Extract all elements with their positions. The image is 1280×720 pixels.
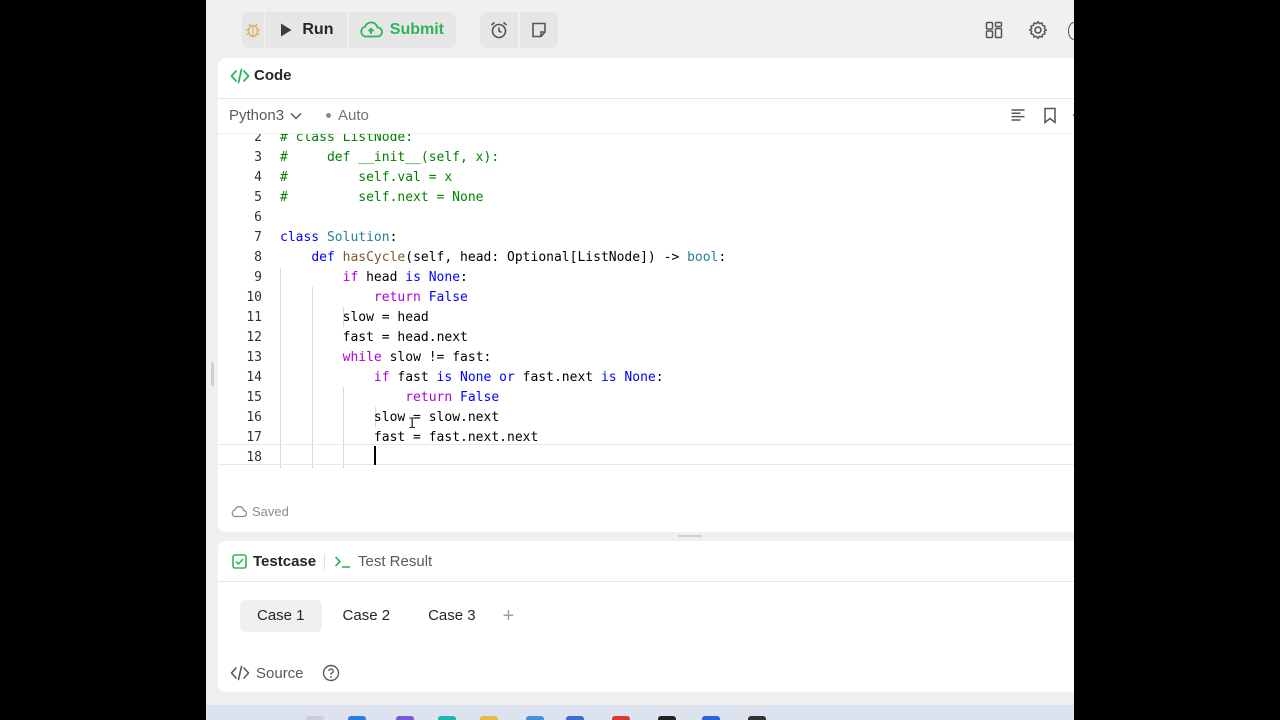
play-icon <box>279 22 293 38</box>
taskbar-app-icon[interactable] <box>566 716 584 720</box>
submit-button[interactable]: Submit <box>349 12 456 48</box>
cloud-upload-icon <box>359 21 383 39</box>
bug-icon <box>244 21 262 39</box>
run-submit-group: Run Submit <box>242 12 456 48</box>
code-line: 9 if head is None: <box>254 270 468 285</box>
run-label: Run <box>302 21 334 38</box>
test-panel-tabs: Testcase Test Result <box>218 541 1074 582</box>
checkbox-icon <box>232 554 247 569</box>
saved-label: Saved <box>252 504 289 519</box>
taskbar-app-icon[interactable] <box>748 716 766 720</box>
taskbar-app-icon[interactable] <box>396 716 414 720</box>
code-tab[interactable]: Code <box>230 67 292 84</box>
add-case-button[interactable]: + <box>497 600 521 632</box>
leetcode-editor-app: Run Submit Code Python3 Auto 2 # class L… <box>206 0 1074 720</box>
code-brackets-icon <box>230 665 250 681</box>
os-taskbar <box>206 705 1074 720</box>
code-brackets-icon <box>230 68 250 84</box>
alarm-clock-icon <box>489 20 509 40</box>
status-dot <box>326 113 331 118</box>
notes-button[interactable] <box>520 12 558 48</box>
cloud-icon <box>231 505 247 518</box>
language-bar: Python3 Auto <box>218 99 1074 133</box>
source-link[interactable]: Source <box>230 664 340 682</box>
code-panel: Code Python3 Auto 2 # class ListNode: 3 … <box>218 58 1074 532</box>
code-title-label: Code <box>254 67 292 84</box>
taskbar-app-icon[interactable] <box>438 716 456 720</box>
code-line: 16 slow = slow.next <box>246 410 500 425</box>
chevron-down-icon <box>290 112 302 120</box>
bookmark-button[interactable] <box>1043 107 1057 129</box>
auto-mode-indicator[interactable]: Auto <box>326 107 369 124</box>
language-select[interactable]: Python3 <box>229 107 302 124</box>
taskbar-app-icon[interactable] <box>480 716 498 720</box>
tab-test-result[interactable]: Test Result <box>334 553 432 570</box>
layout-button[interactable] <box>982 12 1006 48</box>
case-tab-2[interactable]: Case 2 <box>326 600 408 632</box>
help-icon[interactable] <box>322 664 340 682</box>
code-line: 6 <box>254 210 262 225</box>
code-line: 2 # class ListNode: <box>254 133 414 145</box>
source-label: Source <box>256 664 304 682</box>
case-tab-1[interactable]: Case 1 <box>240 600 322 632</box>
code-line: 14 if fast is None or fast.next is None: <box>246 370 664 385</box>
align-left-icon <box>1010 107 1026 123</box>
left-resize-grip[interactable] <box>211 362 214 386</box>
taskbar-app-icon[interactable] <box>348 716 366 720</box>
taskbar-app-icon[interactable] <box>658 716 676 720</box>
mode-label: Auto <box>338 107 369 124</box>
top-toolbar: Run Submit <box>206 0 1074 60</box>
code-line: 15 return False <box>246 390 500 405</box>
code-line: 12 fast = head.next <box>246 330 468 345</box>
save-status: Saved <box>231 504 289 519</box>
code-line: 7 class Solution: <box>254 230 398 245</box>
tab-divider <box>324 554 325 570</box>
submit-label: Submit <box>389 21 444 38</box>
layout-grid-icon <box>985 21 1003 39</box>
debug-button[interactable] <box>242 12 264 48</box>
taskbar-app-icon[interactable] <box>526 716 544 720</box>
language-label: Python3 <box>229 107 285 124</box>
text-caret <box>374 446 376 465</box>
note-icon <box>530 21 548 39</box>
case-tabs: Case 1 Case 2 Case 3 + <box>240 600 520 632</box>
case-tab-3[interactable]: Case 3 <box>411 600 493 632</box>
gear-icon <box>1028 20 1048 40</box>
tools-group <box>480 12 558 48</box>
brace-icon <box>1070 107 1074 123</box>
run-button[interactable]: Run <box>265 12 347 48</box>
taskbar-app-icon[interactable] <box>612 716 630 720</box>
code-line: 11 slow = head <box>246 310 429 325</box>
tab-testcase[interactable]: Testcase <box>232 553 316 570</box>
code-line: 3 # def __init__(self, x): <box>254 150 500 165</box>
taskbar-app-icon[interactable] <box>306 716 324 720</box>
taskbar-app-icon[interactable] <box>702 716 720 720</box>
code-line: 5 # self.next = None <box>254 190 484 205</box>
code-panel-header: Code <box>218 58 1074 99</box>
code-line: 10 return False <box>246 290 468 305</box>
code-line: 4 # self.val = x <box>254 170 453 185</box>
avatar[interactable] <box>1068 22 1074 40</box>
format-button[interactable] <box>1010 107 1026 128</box>
test-result-tab-label: Test Result <box>358 553 433 570</box>
code-line: 13 while slow != fast: <box>246 350 492 365</box>
code-editor[interactable]: 2 # class ListNode: 3 # def __init__(self,… <box>218 133 1074 494</box>
bookmark-icon <box>1043 107 1057 124</box>
timer-button[interactable] <box>480 12 518 48</box>
code-line: 8 def hasCycle(self, head: Optional[List… <box>254 250 727 265</box>
resize-handle[interactable] <box>678 535 702 537</box>
test-panel: Testcase Test Result Case 1 Case 2 Case … <box>218 541 1074 692</box>
testcase-tab-label: Testcase <box>253 553 317 570</box>
terminal-icon <box>334 555 352 569</box>
mouse-cursor: I <box>408 416 417 432</box>
settings-button[interactable] <box>1026 12 1050 48</box>
more-options-button[interactable] <box>1070 107 1074 128</box>
code-line-current: 18 <box>218 444 1074 465</box>
